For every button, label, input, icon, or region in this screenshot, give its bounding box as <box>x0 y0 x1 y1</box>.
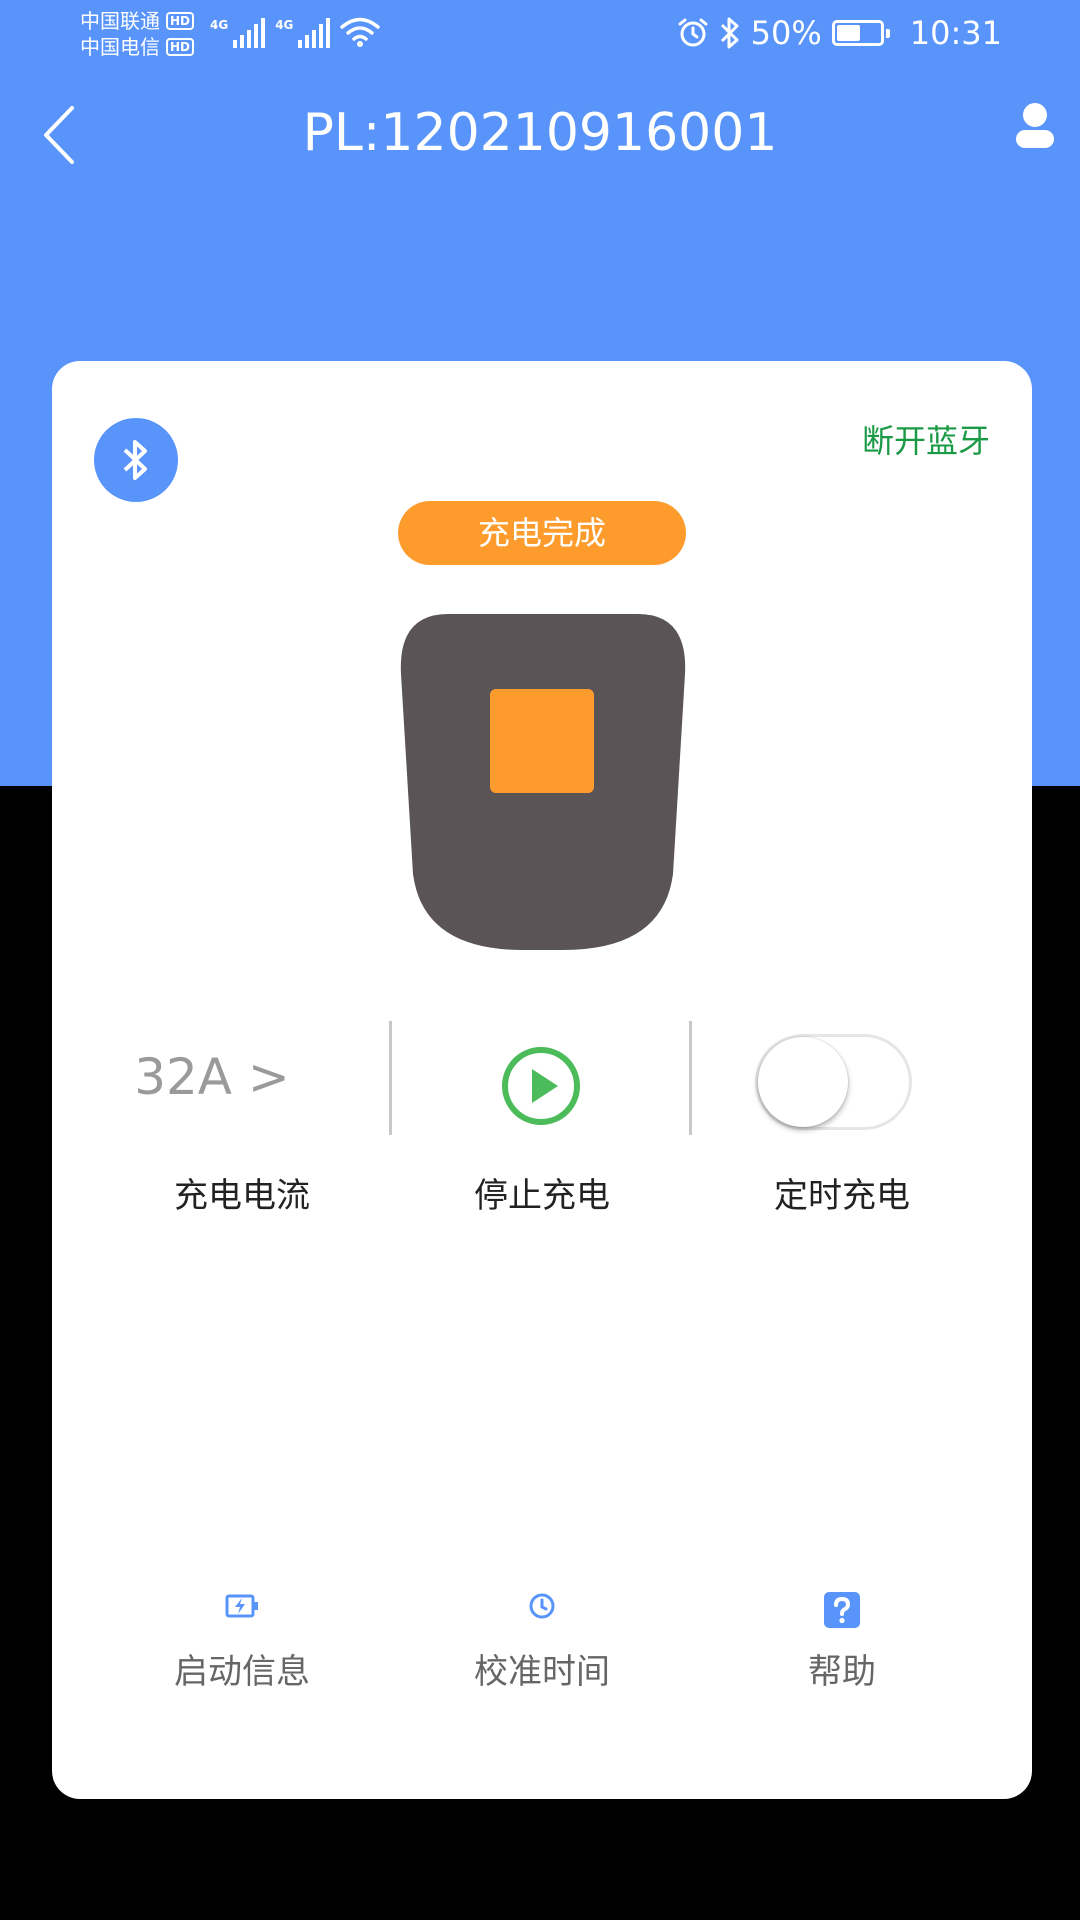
network-type: 4G <box>275 18 294 32</box>
help-label: 帮助 <box>808 1652 876 1692</box>
hd-badge: HD <box>166 38 195 56</box>
charger-plug-icon <box>400 614 686 950</box>
toggle-knob <box>758 1037 848 1127</box>
chevron-left-icon <box>44 106 74 164</box>
clock-icon <box>529 1593 555 1619</box>
wifi-icon <box>340 17 381 47</box>
user-icon <box>1016 103 1054 148</box>
divider <box>389 1021 392 1135</box>
bluetooth-icon <box>720 17 739 49</box>
help-button[interactable]: 帮助 <box>722 1591 962 1711</box>
alarm-icon <box>678 18 708 47</box>
charge-status-badge: 充电完成 <box>398 501 686 565</box>
calibrate-time-button[interactable]: 校准时间 <box>422 1591 662 1711</box>
battery-icon <box>831 20 890 46</box>
page-title: PL:120210916001 <box>302 103 778 163</box>
calibrate-time-label: 校准时间 <box>474 1652 610 1692</box>
hd-badge: HD <box>166 12 195 30</box>
battery-charge-icon <box>225 1594 258 1618</box>
carrier-2: 中国电信 <box>80 35 160 59</box>
user-button[interactable] <box>1010 100 1060 156</box>
status-bar: 中国联通 HD 中国电信 HD 4G 4G 50% 10:31 <box>0 0 1080 80</box>
charge-current-label: 充电电流 <box>174 1176 310 1216</box>
help-icon <box>824 1592 860 1628</box>
divider <box>689 1021 692 1135</box>
timer-charge-label: 定时充电 <box>774 1176 910 1216</box>
start-info-button[interactable]: 启动信息 <box>122 1591 362 1711</box>
disconnect-bluetooth-link[interactable]: 断开蓝牙 <box>862 419 990 463</box>
signal-indicators: 4G 4G <box>210 16 381 48</box>
signal-icon: 4G <box>275 18 331 48</box>
charge-current-button[interactable]: 32A > <box>132 1037 292 1117</box>
charger-card: 断开蓝牙 充电完成 32A > 充电电流 停止充电 定时充电 启动信息 校准时间 <box>52 361 1032 1799</box>
play-icon <box>502 1047 580 1125</box>
back-button[interactable] <box>28 100 98 170</box>
carrier-info: 中国联通 HD 中国电信 HD <box>80 8 195 60</box>
stop-charge-button[interactable] <box>500 1045 582 1127</box>
battery-percent: 50% <box>750 14 822 52</box>
status-right: 50% 10:31 <box>677 14 1002 52</box>
clock-time: 10:31 <box>909 14 1002 52</box>
bluetooth-button[interactable] <box>94 418 178 502</box>
network-type: 4G <box>210 18 229 32</box>
start-info-label: 启动信息 <box>174 1652 310 1692</box>
stop-charge-label: 停止充电 <box>474 1176 610 1216</box>
bluetooth-icon <box>123 440 147 480</box>
carrier-1: 中国联通 <box>80 9 160 33</box>
timer-charge-toggle[interactable] <box>755 1034 912 1130</box>
battery-level-fill <box>836 25 860 41</box>
signal-icon: 4G <box>210 18 266 48</box>
